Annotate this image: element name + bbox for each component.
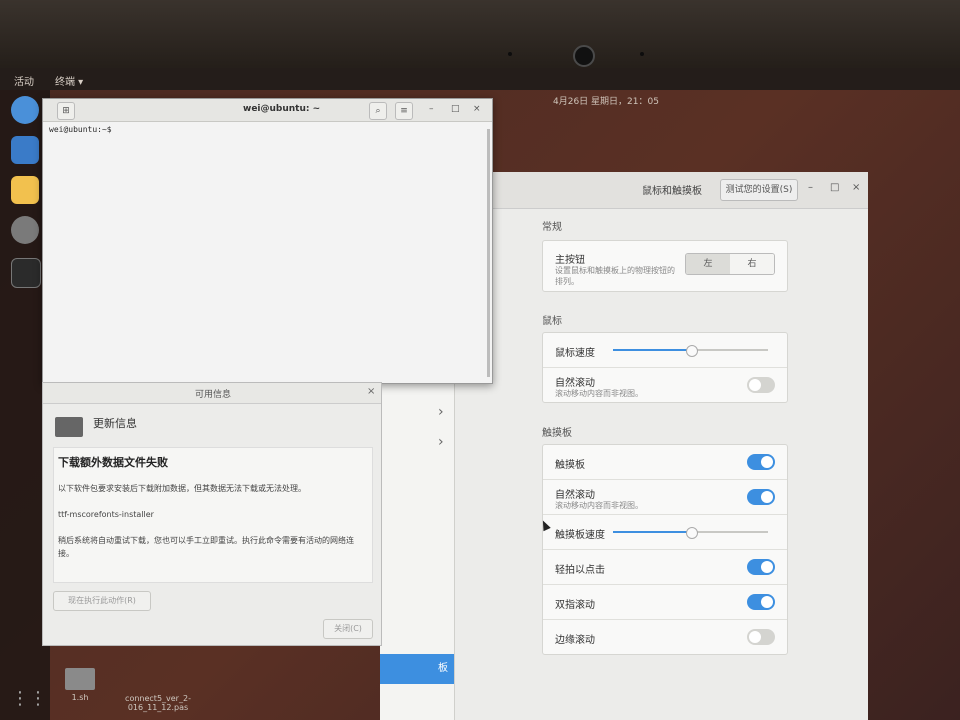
dialog-header: 可用信息 × [43,383,381,404]
primary-button-desc: 设置鼠标和触摸板上的物理按钮的排列。 [555,266,675,286]
app-menu[interactable]: 终端 ▾ [55,73,83,88]
laptop-bezel [0,0,960,70]
primary-button-row: 主按钮 设置鼠标和触摸板上的物理按钮的排列。 左 右 [543,241,787,291]
dialog-heading: 下载额外数据文件失败 [58,456,168,469]
close-icon[interactable]: × [473,104,481,114]
terminal-scrollbar[interactable] [487,129,490,377]
two-finger-scroll-toggle[interactable] [747,594,775,610]
mouse-speed-row: 鼠标速度 [543,333,787,368]
close-icon[interactable]: × [367,386,375,397]
apps-grid-icon[interactable]: ⋮⋮ [11,688,47,710]
terminal-icon[interactable] [11,258,41,288]
touchpad-card: 触摸板 自然滚动 滚动移动内容而非视图。 触摸板速度 轻拍以点击 双指滚动 边缘… [542,444,788,655]
touchpad-natural-scroll-row: 自然滚动 滚动移动内容而非视图。 [543,480,787,515]
search-icon[interactable]: ⌕ [369,102,387,120]
dialog-title: 可用信息 [195,390,232,400]
tap-to-click-label: 轻拍以点击 [555,565,605,576]
section-mouse: 鼠标 [542,316,562,327]
software-updater-icon [55,417,83,437]
update-info-dialog: 可用信息 × 更新信息 下载额外数据文件失败 以下软件包要求安装后下载附加数据，… [42,382,382,646]
slider-knob[interactable] [685,345,698,357]
touchpad-row: 触摸板 [543,445,787,480]
touchpad-label: 触摸板 [555,460,585,471]
bezel-dot [508,52,512,56]
text-editor-icon[interactable] [11,176,39,204]
clock[interactable]: 4月26日 星期日，21：05 [553,94,659,107]
tap-to-click-toggle[interactable] [747,559,775,575]
mouse-speed-label: 鼠标速度 [555,348,595,359]
dialog-line2: 稍后系统将自动重试下载，您也可以手工立即重试。执行此命令需要有活动的网络连接。 [58,536,354,558]
tap-to-click-row: 轻拍以点击 [543,550,787,585]
menu-icon[interactable]: ≡ [395,102,413,120]
general-card: 主按钮 设置鼠标和触摸板上的物理按钮的排列。 左 右 [542,240,788,292]
mouse-natural-scroll-label: 自然滚动 [555,378,595,389]
mouse-natural-scroll-row: 自然滚动 滚动移动内容而非视图。 [543,368,787,402]
right-button-option[interactable]: 右 [730,254,774,274]
mouse-speed-slider[interactable] [613,345,768,357]
dialog-message-box: 下载额外数据文件失败 以下软件包要求安装后下载附加数据，但其数据无法下载或无法处… [53,447,373,583]
dialog-app-title: 更新信息 [93,417,137,430]
edge-scroll-toggle[interactable] [747,629,775,645]
files-icon[interactable] [11,136,39,164]
edge-scroll-label: 边缘滚动 [555,635,595,646]
webcam [573,45,595,67]
touchpad-speed-row: 触摸板速度 [543,515,787,550]
touchpad-speed-label: 触摸板速度 [555,530,605,541]
new-tab-icon[interactable]: ⊞ [57,102,75,120]
top-bar: 活动 终端 ▾ [0,68,960,90]
mouse-natural-scroll-desc: 滚动移动内容而非视图。 [555,389,643,398]
primary-button-switch: 左 右 [685,253,775,275]
dialog-package: ttf-mscorefonts-installer [58,510,154,519]
desktop-file-2-label: connect5_ver_2-016_11_12.pas [125,694,191,712]
section-touchpad: 触摸板 [542,428,572,439]
left-button-option[interactable]: 左 [686,254,730,274]
chromium-icon[interactable] [11,96,39,124]
activities-button[interactable]: 活动 [14,73,34,88]
terminal-window: ⊞ wei@ubuntu: ~ ⌕ ≡ – □ × wei@ubuntu:~$ [42,98,493,384]
desktop-file-1[interactable]: 1.sh [60,668,100,702]
minimize-icon[interactable]: – [429,104,434,114]
maximize-icon[interactable]: □ [451,104,460,114]
close-button[interactable]: 关闭(C) [323,619,373,639]
slider-fill [613,349,691,351]
primary-button-label: 主按钮 [555,255,585,266]
dialog-line1: 以下软件包要求安装后下载附加数据，但其数据无法下载或无法处理。 [58,484,306,493]
minimize-icon[interactable]: – [808,182,813,193]
file-icon [65,668,95,690]
desktop-file-1-label: 1.sh [71,693,89,702]
sidebar-item-selected[interactable]: 板 [380,654,454,684]
touchpad-toggle[interactable] [747,454,775,470]
test-settings-button[interactable]: 测试您的设置(S) [720,179,798,201]
chevron-right-icon[interactable]: › [438,434,444,450]
terminal-title: wei@ubuntu: ~ [243,104,321,114]
edge-scroll-row: 边缘滚动 [543,620,787,654]
two-finger-scroll-label: 双指滚动 [555,600,595,611]
bezel-dot [640,52,644,56]
chevron-right-icon[interactable]: › [438,404,444,420]
slider-fill [613,531,691,533]
section-general: 常规 [542,222,562,233]
touchpad-natural-scroll-toggle[interactable] [747,489,775,505]
mouse-card: 鼠标速度 自然滚动 滚动移动内容而非视图。 [542,332,788,403]
touchpad-speed-slider[interactable] [613,527,768,539]
close-icon[interactable]: × [852,182,860,193]
screen: 活动 终端 ▾ 4月26日 星期日，21：05 ⋮⋮ 鼠标和触摸板 测试您的设置… [0,68,960,720]
desktop-file-2[interactable]: connect5_ver_2-016_11_12.pas [118,668,198,712]
settings-title: 鼠标和触摸板 [642,186,702,197]
maximize-icon[interactable]: □ [830,182,839,193]
mouse-natural-scroll-toggle[interactable] [747,377,775,393]
terminal-header: ⊞ wei@ubuntu: ~ ⌕ ≡ – □ × [43,99,492,122]
settings-icon[interactable] [11,216,39,244]
touchpad-natural-scroll-desc: 滚动移动内容而非视图。 [555,501,643,510]
run-action-button[interactable]: 现在执行此动作(R) [53,591,151,611]
terminal-prompt[interactable]: wei@ubuntu:~$ [49,125,112,134]
slider-knob[interactable] [685,527,698,539]
two-finger-scroll-row: 双指滚动 [543,585,787,620]
touchpad-natural-scroll-label: 自然滚动 [555,490,595,501]
